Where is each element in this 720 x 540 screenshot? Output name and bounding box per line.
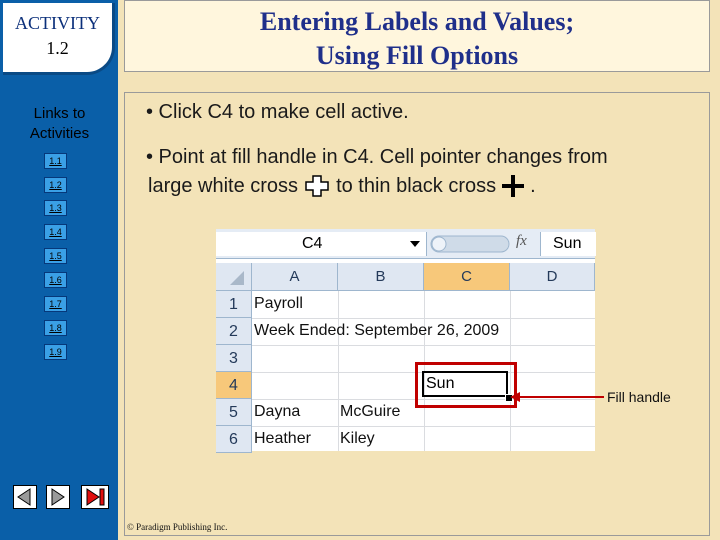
grid-line xyxy=(252,426,595,427)
bullet-2-text-a: large white cross xyxy=(148,174,299,197)
row-header-6[interactable]: 6 xyxy=(216,426,252,453)
grid-line xyxy=(252,318,595,319)
row-header-4[interactable]: 4 xyxy=(216,372,252,399)
link-1-5[interactable]: 1.5 xyxy=(44,248,67,264)
bullet-2-text-b: to thin black cross xyxy=(336,174,497,197)
formula-bar: C4 fx Sun xyxy=(216,229,596,259)
links-title: Links to Activities xyxy=(29,105,90,142)
fill-handle-label: Fill handle xyxy=(607,389,671,405)
column-header-b[interactable]: B xyxy=(338,263,424,291)
link-1-3[interactable]: 1.3 xyxy=(44,200,67,216)
formula-input[interactable]: Sun xyxy=(540,232,596,256)
bullet-1: • Click C4 to make cell active. xyxy=(146,101,409,123)
fx-icon[interactable]: fx xyxy=(516,233,527,250)
end-show-icon xyxy=(86,488,105,506)
row-header-1[interactable]: 1 xyxy=(216,291,252,318)
next-slide-button[interactable] xyxy=(46,485,70,509)
black-cross-cursor-icon xyxy=(502,175,525,197)
title-line-2: Using Fill Options xyxy=(315,41,519,70)
bullet-2-line-2: large white cross to thin black cross . xyxy=(148,174,536,198)
bullet-2-text-c: . xyxy=(530,174,536,197)
cell-a6[interactable]: Heather xyxy=(254,430,311,448)
activity-number: 1.2 xyxy=(46,38,69,58)
grid-line xyxy=(252,345,595,346)
select-all-button[interactable] xyxy=(216,263,252,291)
white-cross-cursor-icon xyxy=(305,175,329,197)
excel-screenshot: C4 fx Sun A B C D 1 2 3 4 5 6 Payroll We… xyxy=(216,229,596,453)
link-1-9[interactable]: 1.9 xyxy=(44,344,67,360)
name-box-value: C4 xyxy=(302,235,323,252)
cell-a5[interactable]: Dayna xyxy=(254,403,300,421)
link-1-6[interactable]: 1.6 xyxy=(44,272,67,288)
link-1-4[interactable]: 1.4 xyxy=(44,224,67,240)
row-header-2[interactable]: 2 xyxy=(216,318,252,345)
link-1-8[interactable]: 1.8 xyxy=(44,320,67,336)
link-1-2[interactable]: 1.2 xyxy=(44,177,67,193)
slide-title: Entering Labels and Values; Using Fill O… xyxy=(124,0,710,72)
bullet-2-line-1: • Point at fill handle in C4. Cell point… xyxy=(146,146,608,168)
formula-input-value: Sun xyxy=(553,235,582,252)
highlight-box xyxy=(415,362,517,408)
callout-arrow-icon xyxy=(510,392,604,402)
activity-label: ACTIVITY xyxy=(15,13,100,33)
link-1-1[interactable]: 1.1 xyxy=(44,153,67,169)
sidebar: ACTIVITY 1.2 Links to Activities 1.1 1.2… xyxy=(0,0,118,540)
cell-b5[interactable]: McGuire xyxy=(340,403,400,421)
formula-bar-divider-icon xyxy=(430,235,510,253)
column-header-c[interactable]: C xyxy=(424,263,510,291)
select-all-triangle-icon xyxy=(230,271,244,285)
cell-a2[interactable]: Week Ended: September 26, 2009 xyxy=(254,322,499,340)
link-1-7[interactable]: 1.7 xyxy=(44,296,67,312)
grid-line xyxy=(338,291,339,451)
cell-a1[interactable]: Payroll xyxy=(254,295,303,313)
row-header-3[interactable]: 3 xyxy=(216,345,252,372)
triangle-right-icon xyxy=(51,488,65,506)
copyright: © Paradigm Publishing Inc. xyxy=(127,522,228,532)
prev-slide-button[interactable] xyxy=(13,485,37,509)
title-line-1: Entering Labels and Values; xyxy=(259,7,575,36)
end-show-button[interactable] xyxy=(81,485,109,509)
dropdown-arrow-icon[interactable] xyxy=(410,241,420,247)
activity-badge: ACTIVITY 1.2 xyxy=(3,3,115,75)
name-box[interactable]: C4 xyxy=(216,232,427,256)
row-header-5[interactable]: 5 xyxy=(216,399,252,426)
triangle-left-icon xyxy=(17,488,31,506)
column-header-a[interactable]: A xyxy=(252,263,338,291)
column-header-d[interactable]: D xyxy=(510,263,595,291)
cell-b6[interactable]: Kiley xyxy=(340,430,375,448)
